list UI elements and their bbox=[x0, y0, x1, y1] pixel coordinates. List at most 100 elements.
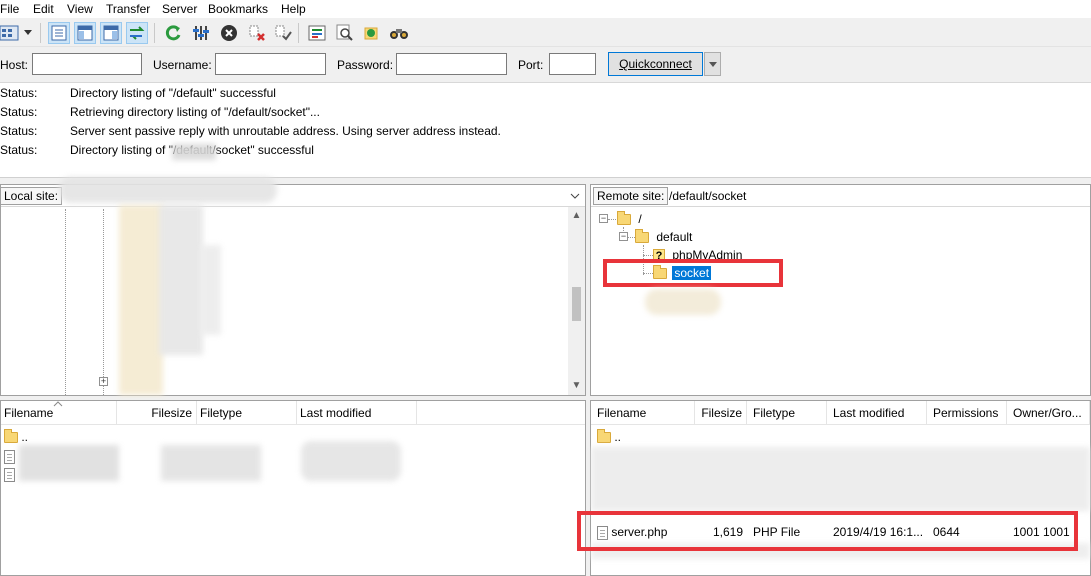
redaction-blur bbox=[59, 177, 277, 203]
log-message: Server sent passive reply with unroutabl… bbox=[70, 124, 501, 138]
search-icon[interactable] bbox=[334, 22, 356, 44]
host-label: Host: bbox=[0, 58, 29, 72]
tree-node-root[interactable]: / bbox=[617, 211, 642, 227]
menu-bookmarks[interactable]: Bookmarks bbox=[208, 1, 268, 17]
quickconnect-button-label: Quickconnect bbox=[619, 57, 692, 71]
col-permissions[interactable]: Permissions bbox=[927, 401, 1007, 425]
filter-process-icon[interactable] bbox=[190, 22, 212, 44]
host-input[interactable] bbox=[32, 53, 142, 75]
collapse-icon[interactable]: − bbox=[599, 214, 608, 223]
quickconnect-button[interactable]: Quickconnect bbox=[608, 52, 703, 76]
menu-bar: File Edit View Transfer Server Bookmarks… bbox=[0, 0, 1091, 18]
quickconnect-history-dropdown[interactable] bbox=[704, 52, 721, 76]
list-item[interactable]: .. bbox=[591, 428, 1090, 446]
folder-icon bbox=[597, 429, 611, 444]
toolbar-separator bbox=[154, 23, 155, 43]
col-last-modified[interactable]: Last modified bbox=[297, 401, 417, 425]
log-message: Retrieving directory listing of "/defaul… bbox=[70, 105, 320, 119]
port-input[interactable] bbox=[549, 53, 596, 75]
dir-compare-icon[interactable] bbox=[306, 22, 328, 44]
password-input[interactable] bbox=[396, 53, 507, 75]
redaction-blur bbox=[19, 445, 119, 481]
scroll-up-icon[interactable]: ▲ bbox=[568, 207, 585, 224]
port-label: Port: bbox=[518, 58, 544, 72]
menu-server[interactable]: Server bbox=[162, 1, 197, 17]
remote-file-header: Filename Filesize Filetype Last modified… bbox=[591, 401, 1090, 425]
remote-site-label: Remote site: bbox=[593, 187, 669, 205]
expand-icon[interactable]: + bbox=[99, 377, 108, 386]
local-tree-scrollbar[interactable]: ▲ ▼ bbox=[568, 207, 585, 395]
menu-file[interactable]: File bbox=[0, 1, 19, 17]
file-name: .. bbox=[614, 430, 622, 444]
cancel-icon[interactable] bbox=[218, 22, 240, 44]
scroll-down-icon[interactable]: ▼ bbox=[568, 377, 585, 394]
folder-icon bbox=[617, 211, 631, 226]
redaction-blur bbox=[301, 441, 401, 481]
chevron-down-icon[interactable] bbox=[570, 193, 580, 199]
log-message: Directory listing of "/default" successf… bbox=[70, 86, 276, 100]
tree-node-label: default bbox=[656, 230, 693, 244]
find-files-icon[interactable] bbox=[388, 22, 410, 44]
tree-node-label: / bbox=[638, 212, 642, 226]
tree-connector bbox=[628, 237, 635, 238]
local-tree-pane: Local site: + ▲ ▼ bbox=[0, 177, 586, 396]
col-filesize[interactable]: Filesize bbox=[117, 401, 197, 425]
toolbar-separator bbox=[40, 23, 41, 43]
file-icon bbox=[4, 449, 15, 464]
highlight-box bbox=[603, 259, 783, 287]
redaction-blur bbox=[201, 245, 221, 335]
toolbar bbox=[0, 18, 1091, 47]
menu-edit[interactable]: Edit bbox=[33, 1, 54, 17]
tree-connector bbox=[608, 219, 616, 220]
redaction-blur bbox=[159, 205, 203, 355]
redaction-blur bbox=[172, 144, 216, 160]
site-manager-icon[interactable] bbox=[0, 22, 20, 44]
sync-browse-icon[interactable] bbox=[360, 22, 382, 44]
toolbar-separator bbox=[298, 23, 299, 43]
tree-node-default[interactable]: default bbox=[635, 229, 692, 245]
toggle-log-icon[interactable] bbox=[48, 22, 70, 44]
toggle-remote-tree-icon[interactable] bbox=[100, 22, 122, 44]
local-file-header: Filename Filesize Filetype Last modified bbox=[1, 401, 585, 425]
file-icon bbox=[4, 467, 15, 482]
reconnect-icon[interactable] bbox=[272, 22, 294, 44]
log-label: Status: bbox=[0, 143, 38, 157]
local-file-list: Filename Filesize Filetype Last modified… bbox=[0, 400, 586, 576]
col-filetype[interactable]: Filetype bbox=[197, 401, 297, 425]
refresh-icon[interactable] bbox=[162, 22, 184, 44]
collapse-icon[interactable]: − bbox=[619, 232, 628, 241]
username-label: Username: bbox=[153, 58, 212, 72]
menu-transfer[interactable]: Transfer bbox=[106, 1, 150, 17]
menu-help[interactable]: Help bbox=[281, 1, 306, 17]
highlight-box bbox=[577, 511, 1078, 551]
disconnect-icon[interactable] bbox=[246, 22, 268, 44]
local-site-label: Local site: bbox=[0, 187, 63, 205]
message-log: Status: Directory listing of "/default" … bbox=[0, 84, 1091, 178]
dropdown-icon[interactable] bbox=[22, 22, 34, 44]
tree-connector bbox=[643, 255, 653, 256]
password-label: Password: bbox=[337, 58, 394, 72]
transfer-queue-icon[interactable] bbox=[126, 22, 148, 44]
username-input[interactable] bbox=[215, 53, 326, 75]
folder-icon bbox=[635, 229, 649, 244]
list-item[interactable]: .. bbox=[1, 428, 585, 446]
file-name: .. bbox=[21, 430, 29, 444]
col-filename[interactable]: Filename bbox=[591, 401, 695, 425]
remote-site-path[interactable]: /default/socket bbox=[669, 189, 1079, 203]
quickconnect-bar: Host: Username: Password: Port: Quickcon… bbox=[0, 47, 1091, 83]
scroll-thumb[interactable] bbox=[572, 287, 581, 321]
col-owner-group[interactable]: Owner/Gro... bbox=[1007, 401, 1090, 425]
redaction-blur bbox=[645, 289, 721, 315]
log-label: Status: bbox=[0, 124, 38, 138]
col-last-modified[interactable]: Last modified bbox=[827, 401, 927, 425]
redaction-blur bbox=[119, 205, 163, 395]
menu-view[interactable]: View bbox=[67, 1, 93, 17]
toggle-local-tree-icon[interactable] bbox=[74, 22, 96, 44]
redaction-blur bbox=[161, 445, 261, 481]
col-filetype[interactable]: Filetype bbox=[747, 401, 827, 425]
sort-ascending-icon bbox=[53, 401, 63, 407]
redaction-blur bbox=[591, 447, 1090, 511]
remote-tree-pane: Remote site: /default/socket − / − defau… bbox=[590, 184, 1091, 396]
col-filesize[interactable]: Filesize bbox=[695, 401, 747, 425]
remote-file-list: Filename Filesize Filetype Last modified… bbox=[577, 400, 1091, 576]
